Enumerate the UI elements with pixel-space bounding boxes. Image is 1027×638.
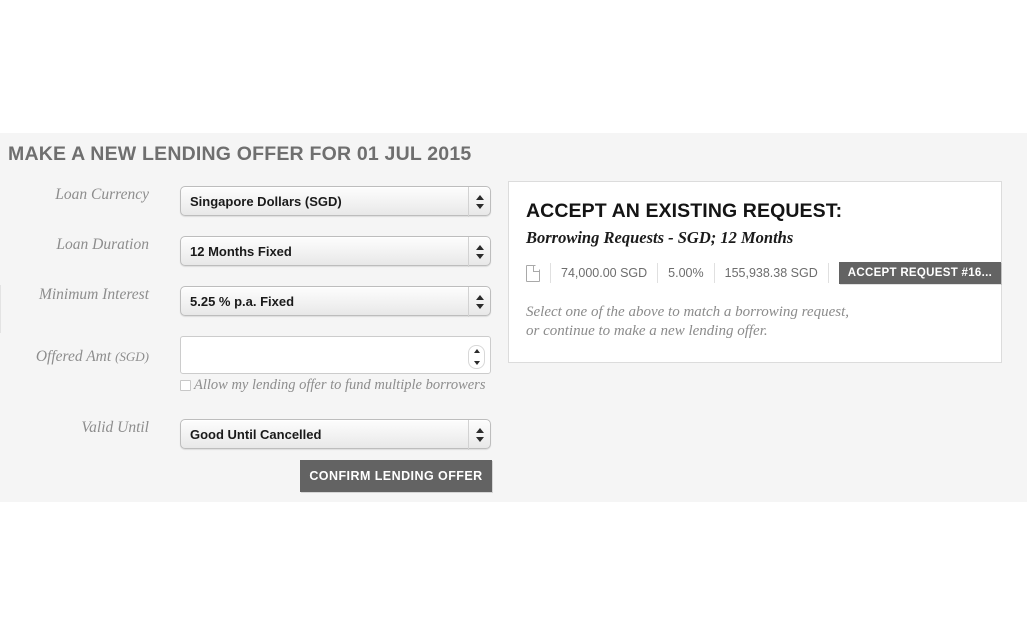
select-valid-until-value: Good Until Cancelled: [190, 427, 322, 442]
field-offered-amount: [180, 336, 491, 374]
field-loan-currency: Singapore Dollars (SGD): [180, 186, 491, 217]
select-arrows-icon[interactable]: [468, 420, 490, 450]
borrowing-request-row[interactable]: 74,000.00 SGD 5.00% 155,938.38 SGD ACCEP…: [526, 262, 1002, 284]
request-amount: 74,000.00 SGD: [561, 266, 648, 280]
checkbox-multiple-borrowers-label: Allow my lending offer to fund multiple …: [194, 377, 486, 393]
select-valid-until[interactable]: Good Until Cancelled: [180, 419, 491, 450]
label-loan-duration: Loan Duration: [56, 236, 149, 253]
label-valid-until: Valid Until: [81, 419, 149, 436]
accept-existing-request-panel: ACCEPT AN EXISTING REQUEST: Borrowing Re…: [508, 181, 1002, 363]
field-valid-until: Good Until Cancelled: [180, 419, 491, 450]
label-loan-currency: Loan Currency: [55, 186, 149, 203]
divider: [713, 263, 715, 283]
select-minimum-interest-value: 5.25 % p.a. Fixed: [190, 294, 295, 309]
page-title: MAKE A NEW LENDING OFFER FOR 01 JUL 2015: [8, 143, 472, 165]
checkbox-multiple-borrowers[interactable]: [180, 380, 191, 391]
lending-offer-form: Loan Currency Singapore Dollars (SGD) Lo…: [0, 186, 500, 469]
form-row-offered-amount: Offered Amt (SGD) Allow my lending offer…: [0, 336, 500, 404]
select-loan-currency-value: Singapore Dollars (SGD): [190, 194, 342, 209]
field-minimum-interest: 5.25 % p.a. Fixed: [180, 286, 491, 317]
select-minimum-interest[interactable]: 5.25 % p.a. Fixed: [180, 286, 491, 317]
divider: [657, 263, 659, 283]
accept-request-note-line2: or continue to make a new lending offer.: [526, 323, 768, 339]
select-loan-duration[interactable]: 12 Months Fixed: [180, 236, 491, 267]
accept-request-button[interactable]: ACCEPT REQUEST #16...: [838, 262, 1002, 284]
checkbox-row-multiple-borrowers[interactable]: Allow my lending offer to fund multiple …: [180, 377, 485, 394]
divider: [550, 263, 551, 283]
label-minimum-interest: Minimum Interest: [38, 286, 149, 303]
document-icon: [526, 264, 540, 282]
accept-request-subheading: Borrowing Requests - SGD; 12 Months: [526, 228, 794, 247]
select-loan-duration-value: 12 Months Fixed: [190, 244, 292, 259]
select-arrows-icon[interactable]: [468, 187, 490, 217]
request-rate: 5.00%: [668, 266, 704, 280]
select-arrows-icon[interactable]: [468, 237, 490, 267]
divider: [827, 263, 829, 283]
form-row-loan-currency: Loan Currency Singapore Dollars (SGD): [0, 186, 500, 236]
label-offered-amount: Offered Amt (SGD): [35, 348, 149, 365]
input-offered-amount[interactable]: [180, 336, 491, 374]
form-row-loan-duration: Loan Duration 12 Months Fixed: [0, 236, 500, 286]
confirm-lending-offer-button[interactable]: CONFIRM LENDING OFFER: [300, 460, 492, 492]
accept-request-note: Select one of the above to match a borro…: [526, 303, 849, 341]
page-root: MAKE A NEW LENDING OFFER FOR 01 JUL 2015…: [0, 0, 1027, 638]
select-loan-currency[interactable]: Singapore Dollars (SGD): [180, 186, 491, 217]
accept-request-heading: ACCEPT AN EXISTING REQUEST:: [526, 200, 843, 222]
number-spinner-icon[interactable]: [468, 345, 485, 369]
form-row-minimum-interest: Minimum Interest 5.25 % p.a. Fixed: [0, 286, 500, 336]
select-arrows-icon[interactable]: [468, 287, 490, 317]
request-total: 155,938.38 SGD: [724, 266, 818, 280]
field-loan-duration: 12 Months Fixed: [180, 236, 491, 267]
label-offered-amount-currency: (SGD): [115, 349, 149, 364]
accept-request-note-line1: Select one of the above to match a borro…: [526, 304, 849, 320]
